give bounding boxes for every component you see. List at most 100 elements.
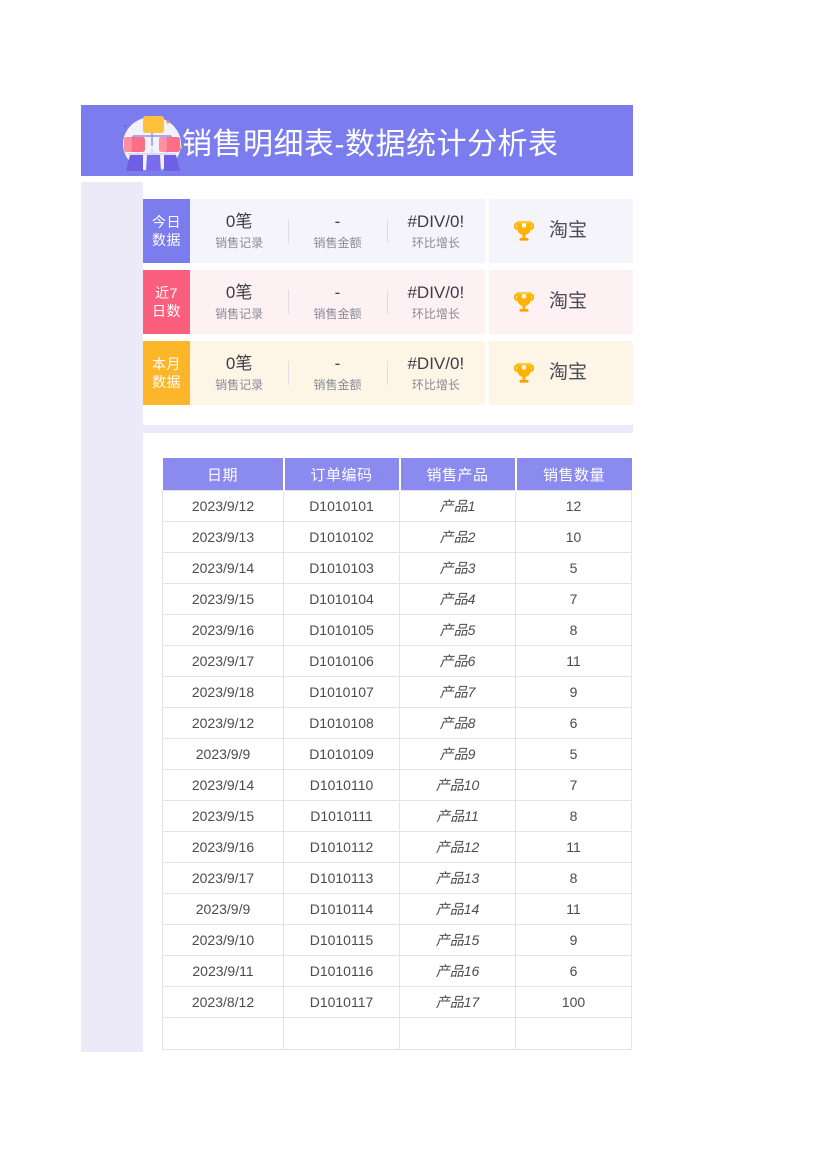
cell-order-id[interactable]: D1010112 xyxy=(283,831,400,863)
cell-product[interactable]: 产品6 xyxy=(399,645,516,677)
cell-order-id[interactable]: D1010102 xyxy=(283,521,400,553)
cell-product[interactable]: 产品3 xyxy=(399,552,516,584)
column-header-quantity[interactable]: 销售数量 xyxy=(514,458,632,491)
cell-quantity[interactable]: 5 xyxy=(515,738,632,770)
cell-order-id[interactable]: D1010113 xyxy=(283,862,400,894)
cell-order-id[interactable]: D1010108 xyxy=(283,707,400,739)
cell-quantity[interactable]: 5 xyxy=(515,552,632,584)
table-row: 2023/9/10 D1010115 产品15 9 xyxy=(162,924,632,956)
cell-product[interactable]: 产品7 xyxy=(399,676,516,708)
cell-order-id[interactable]: D1010105 xyxy=(283,614,400,646)
cell-product[interactable]: 产品10 xyxy=(399,769,516,801)
cell-date[interactable]: 2023/9/14 xyxy=(162,769,284,801)
cell-date[interactable]: 2023/9/17 xyxy=(162,862,284,894)
cell-quantity[interactable]: 7 xyxy=(515,583,632,615)
table-row: 2023/9/17 D1010106 产品6 11 xyxy=(162,645,632,677)
cell-order-id[interactable]: D1010115 xyxy=(283,924,400,956)
summary-card-badge-this-month: 本月 数据 xyxy=(143,341,190,405)
cell-date[interactable]: 2023/9/12 xyxy=(162,707,284,739)
cell-quantity[interactable]: 8 xyxy=(515,862,632,894)
cell-date[interactable]: 2023/9/12 xyxy=(162,490,284,522)
cell-quantity[interactable] xyxy=(515,1017,632,1050)
badge-line-1: 今日 xyxy=(152,214,181,230)
summary-metrics: 0笔 销售记录 - 销售金额 #DIV/0! 环比增长 xyxy=(190,270,485,334)
cell-date[interactable]: 2023/9/9 xyxy=(162,893,284,925)
cell-quantity[interactable]: 8 xyxy=(515,614,632,646)
metric-sales-amount: - 销售金额 xyxy=(288,352,386,394)
cell-date[interactable]: 2023/9/18 xyxy=(162,676,284,708)
cell-quantity[interactable]: 11 xyxy=(515,831,632,863)
channel-name: 淘宝 xyxy=(549,291,588,312)
cell-order-id[interactable]: D1010109 xyxy=(283,738,400,770)
column-header-order-id[interactable]: 订单编码 xyxy=(282,458,401,491)
cell-quantity[interactable]: 10 xyxy=(515,521,632,553)
cell-date[interactable]: 2023/9/16 xyxy=(162,831,284,863)
metric-label: 销售记录 xyxy=(215,236,264,250)
cell-product[interactable] xyxy=(399,1017,516,1050)
cell-product[interactable]: 产品5 xyxy=(399,614,516,646)
cell-date[interactable]: 2023/9/14 xyxy=(162,552,284,584)
cell-quantity[interactable]: 6 xyxy=(515,955,632,987)
cell-product[interactable]: 产品4 xyxy=(399,583,516,615)
cell-product[interactable]: 产品2 xyxy=(399,521,516,553)
cell-product[interactable]: 产品9 xyxy=(399,738,516,770)
cell-date[interactable] xyxy=(162,1017,284,1050)
cell-order-id[interactable]: D1010114 xyxy=(283,893,400,925)
cell-date[interactable]: 2023/9/10 xyxy=(162,924,284,956)
cell-product[interactable]: 产品14 xyxy=(399,893,516,925)
cell-order-id[interactable]: D1010117 xyxy=(283,986,400,1018)
table-row: 2023/9/9 D1010109 产品9 5 xyxy=(162,738,632,770)
trophy-icon xyxy=(510,217,538,245)
summary-cards-panel: 今日 数据 0笔 销售记录 - 销售金额 #DIV/0! 环比增长 淘宝 近7 … xyxy=(143,182,633,425)
cell-product[interactable]: 产品1 xyxy=(399,490,516,522)
cell-order-id[interactable]: D1010103 xyxy=(283,552,400,584)
cell-date[interactable]: 2023/9/13 xyxy=(162,521,284,553)
cell-quantity[interactable]: 9 xyxy=(515,676,632,708)
summary-card-body: 今日 数据 0笔 销售记录 - 销售金额 #DIV/0! 环比增长 xyxy=(143,199,485,263)
badge-line-1: 近7 xyxy=(155,285,178,301)
cell-date[interactable]: 2023/9/11 xyxy=(162,955,284,987)
cell-quantity[interactable]: 11 xyxy=(515,645,632,677)
cell-order-id[interactable] xyxy=(283,1017,400,1050)
cell-product[interactable]: 产品12 xyxy=(399,831,516,863)
metric-value: #DIV/0! xyxy=(407,212,465,231)
cell-product[interactable]: 产品16 xyxy=(399,955,516,987)
summary-card-today: 今日 数据 0笔 销售记录 - 销售金额 #DIV/0! 环比增长 淘宝 xyxy=(143,199,633,263)
summary-metrics: 0笔 销售记录 - 销售金额 #DIV/0! 环比增长 xyxy=(190,199,485,263)
section-divider xyxy=(143,425,633,433)
cell-product[interactable]: 产品8 xyxy=(399,707,516,739)
cell-order-id[interactable]: D1010116 xyxy=(283,955,400,987)
cell-order-id[interactable]: D1010106 xyxy=(283,645,400,677)
table-row-empty xyxy=(162,1017,632,1050)
table-row: 2023/9/12 D1010108 产品8 6 xyxy=(162,707,632,739)
cell-date[interactable]: 2023/9/15 xyxy=(162,800,284,832)
cell-quantity[interactable]: 11 xyxy=(515,893,632,925)
table-row: 2023/8/12 D1010117 产品17 100 xyxy=(162,986,632,1018)
metric-label: 销售金额 xyxy=(313,378,362,392)
cell-date[interactable]: 2023/9/15 xyxy=(162,583,284,615)
cell-order-id[interactable]: D1010111 xyxy=(283,800,400,832)
metric-sales-records: 0笔 销售记录 xyxy=(190,210,288,252)
column-header-product[interactable]: 销售产品 xyxy=(398,458,517,491)
cell-order-id[interactable]: D1010110 xyxy=(283,769,400,801)
cell-order-id[interactable]: D1010101 xyxy=(283,490,400,522)
cell-quantity[interactable]: 8 xyxy=(515,800,632,832)
cell-date[interactable]: 2023/9/16 xyxy=(162,614,284,646)
cell-product[interactable]: 产品11 xyxy=(399,800,516,832)
cell-quantity[interactable]: 12 xyxy=(515,490,632,522)
cell-order-id[interactable]: D1010107 xyxy=(283,676,400,708)
column-header-date[interactable]: 日期 xyxy=(162,458,285,491)
cell-date[interactable]: 2023/8/12 xyxy=(162,986,284,1018)
cell-date[interactable]: 2023/9/17 xyxy=(162,645,284,677)
cell-quantity[interactable]: 7 xyxy=(515,769,632,801)
cell-quantity[interactable]: 6 xyxy=(515,707,632,739)
table-row: 2023/9/15 D1010104 产品4 7 xyxy=(162,583,632,615)
cell-quantity[interactable]: 9 xyxy=(515,924,632,956)
cell-order-id[interactable]: D1010104 xyxy=(283,583,400,615)
metric-sales-records: 0笔 销售记录 xyxy=(190,281,288,323)
cell-product[interactable]: 产品13 xyxy=(399,862,516,894)
cell-quantity[interactable]: 100 xyxy=(515,986,632,1018)
cell-date[interactable]: 2023/9/9 xyxy=(162,738,284,770)
cell-product[interactable]: 产品15 xyxy=(399,924,516,956)
cell-product[interactable]: 产品17 xyxy=(399,986,516,1018)
